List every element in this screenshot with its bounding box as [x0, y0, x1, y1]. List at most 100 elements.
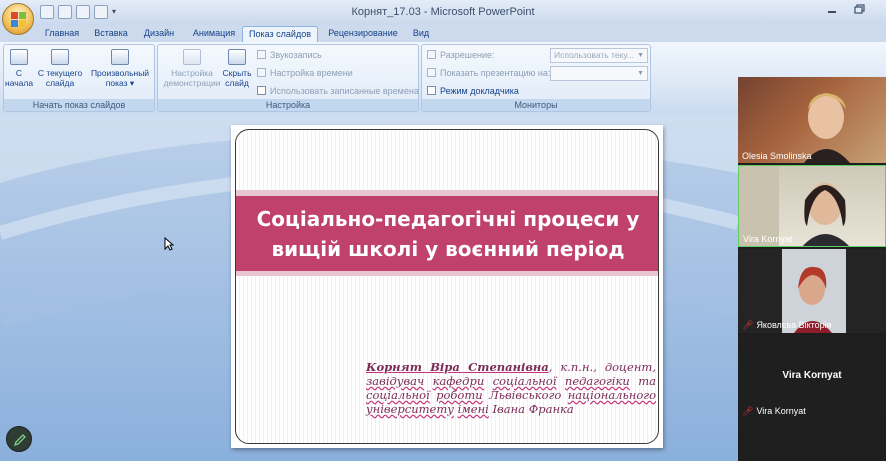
- tab-insert[interactable]: Вставка: [90, 26, 132, 42]
- tab-home[interactable]: Главная: [42, 26, 82, 42]
- tab-review[interactable]: Рецензирование: [324, 26, 402, 42]
- title-band-bottom-stripe: [236, 271, 658, 276]
- author-rest-3: кафедри: [432, 374, 485, 388]
- use-timings-check-icon: [257, 86, 266, 95]
- chevron-down-icon: ▼: [637, 70, 644, 77]
- participant-2-name: Vira Kornyat: [743, 234, 793, 244]
- record-narration-button[interactable]: Звукозапись: [257, 48, 322, 62]
- setup-show-label-1: Настройка: [171, 68, 213, 78]
- title-band: Соціально-педагогічні процеси у вищій шк…: [236, 196, 658, 271]
- resolution-label: Разрешение:: [440, 50, 495, 60]
- microphone-icon: [257, 50, 266, 59]
- presenter-view-label: Режим докладчика: [440, 86, 519, 96]
- group-setup: Настройка демонстрации Скрыть слайд Звук…: [157, 44, 419, 112]
- record-narration-label: Звукозапись: [270, 50, 322, 60]
- setup-show-label-2: демонстрации: [163, 78, 221, 88]
- author-rest-11: роботи: [436, 388, 483, 402]
- group-monitors: Разрешение: Использовать теку... ▼ Показа…: [421, 44, 651, 112]
- minimize-icon[interactable]: [826, 4, 838, 14]
- author-rest-13: національного: [567, 388, 656, 402]
- ribbon-tabs: Главная Вставка Дизайн Анимация Показ сл…: [0, 25, 886, 42]
- powerpoint-window: ▾ Корнят_17.03 - Microsoft PowerPoint Гл…: [0, 0, 886, 461]
- from-current-button[interactable]: С текущего слайда: [35, 49, 85, 88]
- resolution-value: Использовать теку...: [554, 50, 634, 60]
- participant-name: 🎤︎ Яковлєва Вікторія: [742, 320, 832, 331]
- hide-slide-label-1: Скрыть: [222, 68, 252, 78]
- resolution-dropdown[interactable]: Использовать теку... ▼: [550, 48, 648, 63]
- rehearse-timings-button[interactable]: Настройка времени: [257, 66, 353, 80]
- tab-animation[interactable]: Анимация: [186, 26, 242, 42]
- group-monitors-label: Мониторы: [422, 99, 650, 111]
- chevron-down-icon: ▼: [637, 52, 644, 59]
- from-start-label-2: начала: [5, 78, 34, 88]
- show-on-label: Показать презентацию на:: [440, 68, 551, 78]
- tab-slide-show[interactable]: Показ слайдов: [242, 26, 318, 42]
- office-button[interactable]: [2, 3, 34, 35]
- from-current-label-1: С текущего: [37, 68, 83, 78]
- participant-1-name: Olesia Smolinska: [742, 151, 812, 161]
- tab-design[interactable]: Дизайн: [138, 26, 180, 42]
- from-start-label-1: С: [15, 68, 23, 78]
- author-rest-1: завідувач: [366, 374, 425, 388]
- participant-tile-2[interactable]: Vira Kornyat: [738, 165, 886, 247]
- hide-slide-button[interactable]: Скрыть слайд: [220, 49, 254, 88]
- participant-4-center-name: Vira Kornyat: [782, 370, 842, 381]
- restore-icon[interactable]: [854, 4, 866, 14]
- muted-mic-icon: 🎤︎: [742, 320, 754, 330]
- author-text[interactable]: Корнят Віра Степанівна, к.п.н., доцент, …: [366, 360, 656, 416]
- from-start-button[interactable]: С начала: [5, 49, 33, 88]
- author-rest-18: Івана Франка: [488, 402, 574, 416]
- participant-tile-1[interactable]: Olesia Smolinska: [738, 77, 886, 163]
- custom-show-button[interactable]: Произвольный показ ▾: [88, 49, 152, 88]
- from-current-label-2: слайда: [45, 78, 75, 88]
- hide-slide-label-2: слайд: [225, 78, 249, 88]
- author-rest-15: університету: [366, 402, 454, 416]
- office-logo-icon: [11, 12, 26, 27]
- presenter-view-check-icon: [427, 86, 436, 95]
- annotate-pen-button[interactable]: [6, 426, 32, 452]
- author-rest-12: Львівського: [482, 388, 568, 402]
- participant-4-name: Vira Kornyat: [756, 406, 806, 416]
- use-timings-label: Использовать записанные времена: [270, 86, 419, 96]
- mouse-pointer-icon: [164, 237, 174, 251]
- custom-show-icon: [111, 49, 129, 65]
- participant-name: 🎤︎ Vira Kornyat: [742, 406, 806, 417]
- author-name: Корнят Віра Степанівна: [366, 360, 549, 374]
- tab-view[interactable]: Вид: [408, 26, 434, 42]
- resolution-icon: [427, 50, 436, 59]
- group-start-slide-show: С начала С текущего слайда Произвольный …: [3, 44, 155, 112]
- title-bar: ▾ Корнят_17.03 - Microsoft PowerPoint: [0, 0, 886, 25]
- slide-frame: Соціально-педагогічні процеси у вищій шк…: [235, 129, 659, 444]
- video-participants-panel: Olesia Smolinska Vira Kornyat 🎤︎ Яковлєва…: [738, 77, 886, 461]
- custom-show-label-1: Произвольный: [90, 68, 150, 78]
- current-slide[interactable]: Соціально-педагогічні процеси у вищій шк…: [231, 125, 663, 448]
- participant-tile-3[interactable]: 🎤︎ Яковлєва Вікторія: [738, 249, 886, 333]
- window-title: Корнят_17.03 - Microsoft PowerPoint: [351, 6, 535, 18]
- author-rest-4: [484, 374, 492, 388]
- muted-mic-icon: 🎤︎: [742, 406, 754, 416]
- resolution-row: Разрешение:: [427, 48, 494, 62]
- participant-tile-4[interactable]: Vira Kornyat 🎤︎ Vira Kornyat: [738, 335, 886, 419]
- author-rest-7: педагогіки: [564, 374, 630, 388]
- slide-title[interactable]: Соціально-педагогічні процеси у вищій шк…: [243, 204, 653, 264]
- slide-editing-area[interactable]: Соціально-педагогічні процеси у вищій шк…: [0, 113, 738, 461]
- use-timings-checkbox[interactable]: Использовать записанные времена: [257, 84, 419, 98]
- author-rest-17: імені: [457, 402, 489, 416]
- rehearse-timings-label: Настройка времени: [270, 68, 353, 78]
- participant-name: Olesia Smolinska: [742, 151, 812, 161]
- setup-show-icon: [183, 49, 201, 65]
- author-rest-8: та: [629, 374, 657, 388]
- group-start-label: Начать показ слайдов: [4, 99, 154, 111]
- participant-3-name: Яковлєва Вікторія: [756, 320, 832, 330]
- pen-icon: [13, 434, 26, 447]
- author-rest-2: [424, 374, 432, 388]
- author-rest-0: , к.п.н., доцент,: [548, 360, 656, 374]
- group-setup-label: Настройка: [158, 99, 418, 111]
- show-on-row: Показать презентацию на:: [427, 66, 550, 80]
- presenter-view-checkbox[interactable]: Режим докладчика: [427, 84, 519, 98]
- timer-icon: [257, 68, 266, 77]
- play-from-start-icon: [10, 49, 28, 65]
- show-on-dropdown[interactable]: ▼: [550, 66, 648, 81]
- custom-show-label-2: показ ▾: [105, 78, 135, 88]
- setup-show-button[interactable]: Настройка демонстрации: [162, 49, 222, 88]
